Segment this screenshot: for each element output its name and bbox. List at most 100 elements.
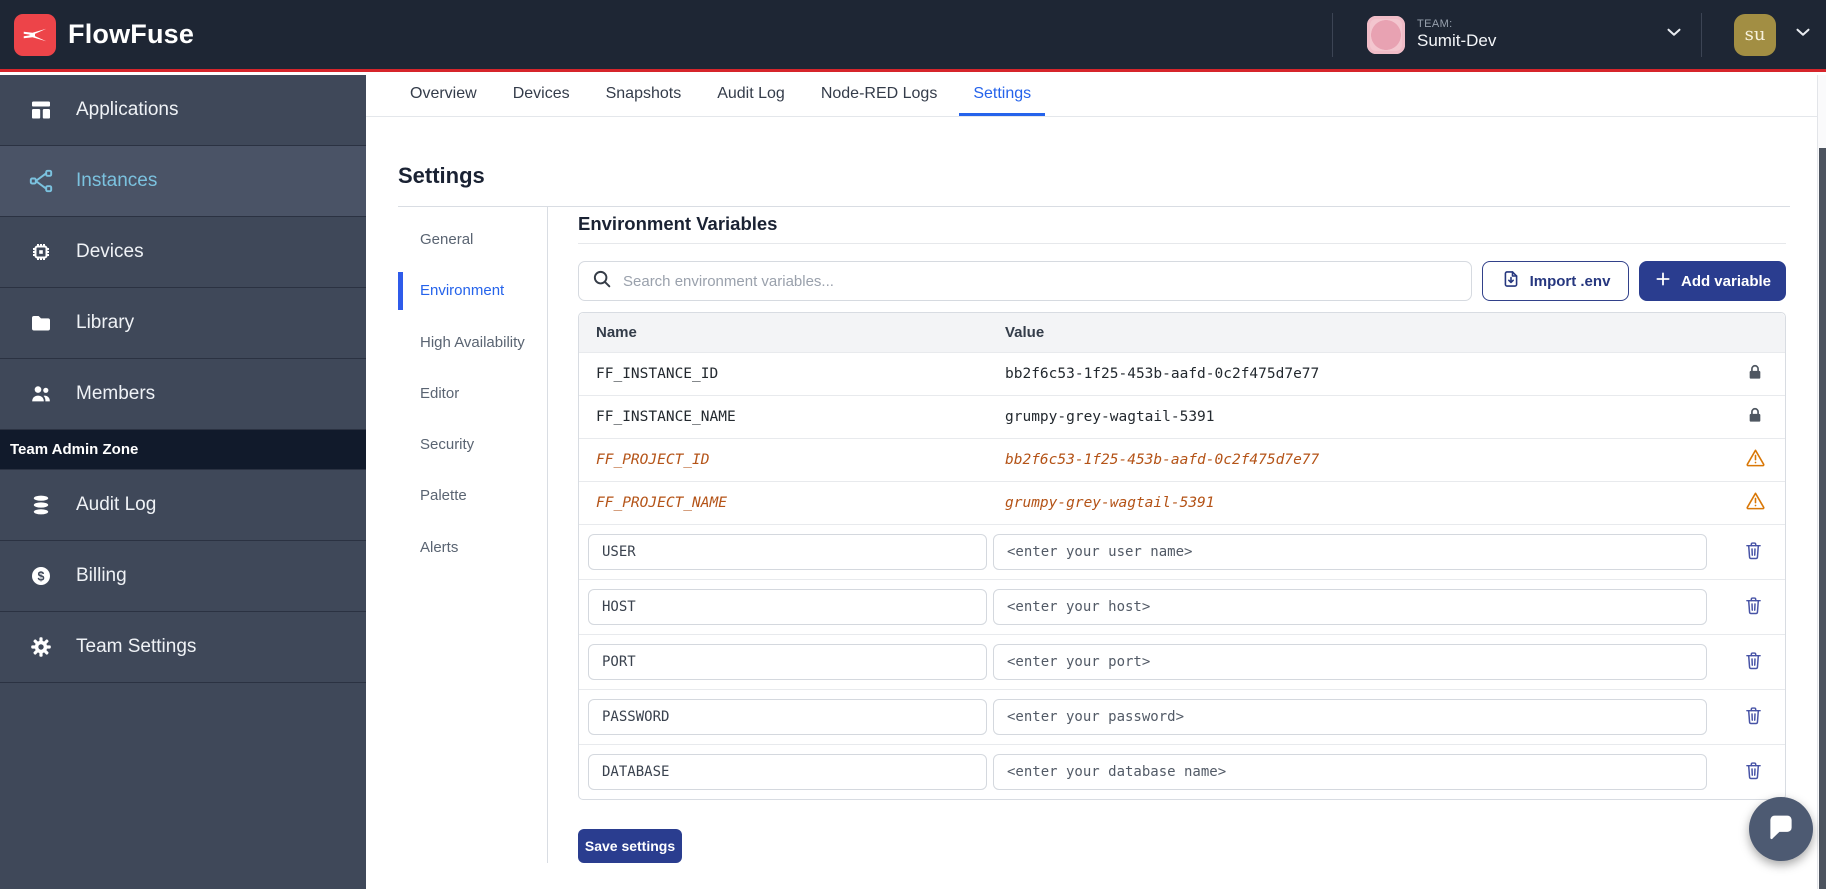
tab-devices[interactable]: Devices (499, 75, 584, 116)
subnav-item-editor[interactable]: Editor (398, 373, 547, 414)
env-value-input[interactable] (993, 589, 1707, 625)
chevron-down-icon (1792, 21, 1814, 48)
folder-icon (28, 310, 54, 336)
env-var-name: FF_PROJECT_ID (579, 439, 1005, 481)
scrollbar-track[interactable] (1817, 75, 1826, 889)
sidebar-item-members[interactable]: Members (0, 359, 366, 430)
sidebar-item-billing[interactable]: $ Billing (0, 541, 366, 612)
subnav-item-general[interactable]: General (398, 219, 547, 260)
tab-settings[interactable]: Settings (959, 75, 1045, 116)
import-env-button[interactable]: Import .env (1482, 261, 1629, 301)
sidebar-item-label: Applications (76, 99, 178, 121)
sidebar-item-audit-log[interactable]: Audit Log (0, 470, 366, 541)
subnav-item-environment[interactable]: Environment (398, 270, 547, 311)
import-icon (1501, 269, 1521, 293)
sidebar-item-library[interactable]: Library (0, 288, 366, 359)
members-icon (28, 381, 54, 407)
env-var-name: FF_PROJECT_NAME (579, 482, 1005, 524)
team-label: TEAM: (1417, 18, 1496, 31)
brand[interactable]: FlowFuse (0, 14, 194, 56)
audit-log-icon (28, 492, 54, 518)
env-value-input[interactable] (993, 699, 1707, 735)
delete-variable-button[interactable] (1743, 760, 1764, 784)
subnav-item-security[interactable]: Security (398, 424, 547, 465)
env-value-input[interactable] (993, 754, 1707, 790)
table-row: FF_PROJECT_ID bb2f6c53-1f25-453b-aafd-0c… (579, 438, 1785, 481)
top-bar: FlowFuse TEAM: Sumit-Dev su (0, 0, 1826, 72)
sidebar-item-label: Members (76, 383, 155, 405)
table-row: FF_INSTANCE_ID bb2f6c53-1f25-453b-aafd-0… (579, 352, 1785, 395)
sidebar-item-label: Billing (76, 565, 127, 587)
env-toolbar: Import .env Add variable (578, 261, 1786, 301)
search-input[interactable] (623, 273, 1459, 290)
team-select[interactable]: TEAM: Sumit-Dev (1333, 0, 1701, 69)
env-name-input[interactable] (588, 699, 987, 735)
tab-overview[interactable]: Overview (396, 75, 491, 116)
delete-variable-button[interactable] (1743, 650, 1764, 674)
environment-variables-section: Environment Variables (578, 207, 1786, 863)
team-admin-zone-label: Team Admin Zone (0, 430, 366, 470)
subnav-item-high-availability[interactable]: High Availability (398, 322, 547, 363)
env-name-input[interactable] (588, 534, 987, 570)
app-window: FlowFuse TEAM: Sumit-Dev su (0, 0, 1826, 889)
env-name-input[interactable] (588, 754, 987, 790)
table-row (579, 744, 1785, 799)
env-var-name: FF_INSTANCE_NAME (579, 396, 1005, 438)
sidebar-item-devices[interactable]: Devices (0, 217, 366, 288)
warning-icon (1745, 447, 1766, 473)
team-text: TEAM: Sumit-Dev (1417, 18, 1496, 50)
table-row: FF_PROJECT_NAME grumpy-grey-wagtail-5391 (579, 481, 1785, 524)
sidebar-item-instances[interactable]: Instances (0, 146, 366, 217)
team-name: Sumit-Dev (1417, 31, 1496, 51)
sidebar-item-applications[interactable]: Applications (0, 75, 366, 146)
brand-name: FlowFuse (68, 19, 194, 50)
table-row (579, 524, 1785, 579)
user-avatar: su (1734, 14, 1776, 56)
devices-icon (28, 239, 54, 265)
trash-icon (1743, 760, 1764, 784)
sidebar-item-label: Team Settings (76, 636, 196, 658)
tab-audit-log[interactable]: Audit Log (703, 75, 799, 116)
add-variable-button[interactable]: Add variable (1639, 261, 1786, 301)
team-avatar (1367, 16, 1405, 54)
subnav-item-alerts[interactable]: Alerts (398, 527, 547, 568)
delete-variable-button[interactable] (1743, 595, 1764, 619)
page-title: Settings (398, 163, 1826, 189)
table-row (579, 689, 1785, 744)
table-row (579, 634, 1785, 689)
flowfuse-logo-icon (14, 14, 56, 56)
trash-icon (1743, 540, 1764, 564)
env-variables-table: Name Value FF_INSTANCE_ID bb2f6c53-1f25-… (578, 312, 1786, 800)
svg-text:$: $ (38, 569, 45, 583)
sidebar-item-label: Devices (76, 241, 144, 263)
env-value-input[interactable] (993, 644, 1707, 680)
chat-widget-button[interactable] (1749, 797, 1813, 861)
instances-icon (28, 168, 54, 194)
lock-icon (1745, 362, 1765, 387)
column-header-value: Value (1005, 313, 1725, 352)
plus-icon (1654, 270, 1672, 292)
env-name-input[interactable] (588, 644, 987, 680)
section-title: Environment Variables (578, 213, 1786, 235)
save-settings-button[interactable]: Save settings (578, 829, 682, 863)
delete-variable-button[interactable] (1743, 540, 1764, 564)
table-row: FF_INSTANCE_NAME grumpy-grey-wagtail-539… (579, 395, 1785, 438)
tab-snapshots[interactable]: Snapshots (592, 75, 696, 116)
user-menu[interactable]: su (1702, 14, 1826, 56)
scrollbar-thumb[interactable] (1819, 148, 1826, 889)
sidebar-item-team-settings[interactable]: Team Settings (0, 612, 366, 683)
env-name-input[interactable] (588, 589, 987, 625)
section-divider (578, 243, 1786, 244)
gear-icon (28, 634, 54, 660)
search-icon (591, 268, 613, 295)
delete-variable-button[interactable] (1743, 705, 1764, 729)
billing-icon: $ (28, 563, 54, 589)
env-value-input[interactable] (993, 534, 1707, 570)
chevron-down-icon (1663, 21, 1685, 48)
tab-node-red-logs[interactable]: Node-RED Logs (807, 75, 952, 116)
trash-icon (1743, 705, 1764, 729)
env-var-value: bb2f6c53-1f25-453b-aafd-0c2f475d7e77 (1005, 353, 1725, 395)
trash-icon (1743, 595, 1764, 619)
trash-icon (1743, 650, 1764, 674)
subnav-item-palette[interactable]: Palette (398, 475, 547, 516)
